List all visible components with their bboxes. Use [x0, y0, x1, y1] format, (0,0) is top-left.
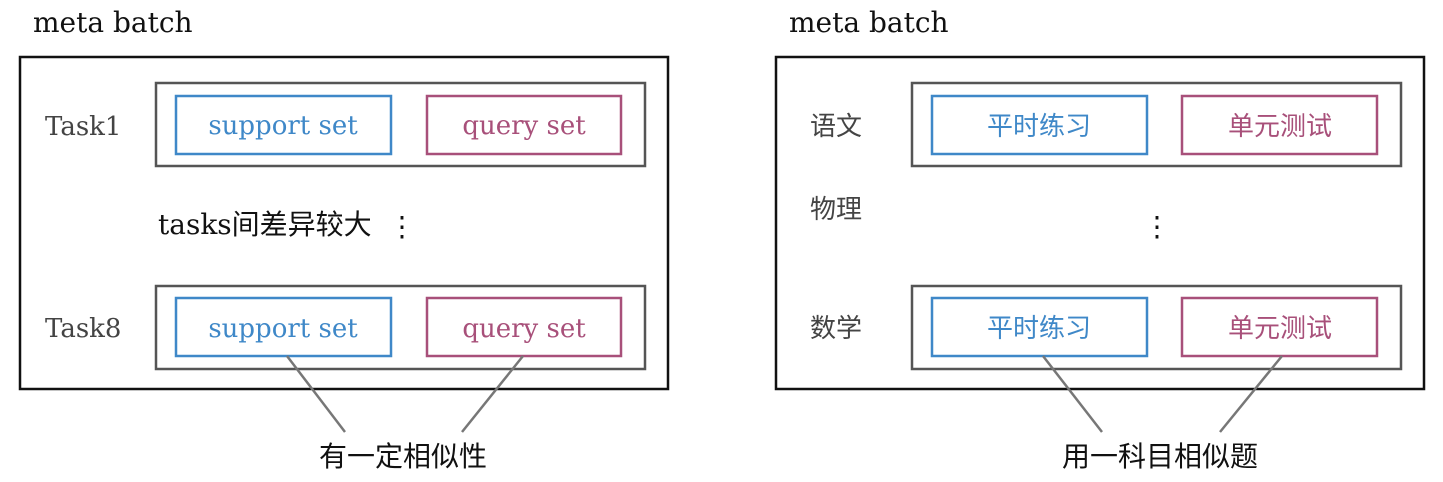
- right-panel: meta batch 语文 平时练习 单元测试 物理 ⋮ 数学 平时练习 单元测…: [774, 6, 1426, 473]
- right-connector-support: [1042, 355, 1103, 433]
- right-task-math-query-label: 单元测试: [1228, 314, 1332, 344]
- left-panel: meta batch Task1 support set query set t…: [18, 6, 670, 473]
- right-ellipsis: ⋮: [1143, 210, 1171, 243]
- right-task-chinese-support-label: 平时练习: [987, 112, 1091, 142]
- left-task1-label: Task1: [45, 112, 121, 142]
- diagram: meta batch Task1 support set query set t…: [18, 6, 1426, 473]
- right-task-chinese-query-label: 单元测试: [1228, 112, 1332, 142]
- right-task-chinese-label: 语文: [810, 112, 862, 142]
- left-task1-support-label: support set: [208, 111, 358, 141]
- right-connector-query: [1219, 355, 1283, 433]
- right-middle-label: 物理: [810, 195, 862, 225]
- left-task8-support-label: support set: [208, 314, 358, 344]
- left-title: meta batch: [33, 6, 193, 39]
- left-ellipsis: ⋮: [388, 210, 416, 243]
- left-task8-query-label: query set: [462, 314, 586, 344]
- left-connector-query: [461, 355, 524, 433]
- right-title: meta batch: [789, 6, 949, 39]
- left-connector-support: [286, 355, 346, 433]
- left-task8-label: Task8: [45, 314, 121, 344]
- left-task1-query-label: query set: [462, 111, 586, 141]
- right-caption: 用一科目相似题: [1062, 440, 1258, 473]
- left-caption: 有一定相似性: [319, 440, 487, 473]
- left-middle-text: tasks间差异较大: [158, 208, 372, 241]
- right-task-math-support-label: 平时练习: [987, 314, 1091, 344]
- right-task-math-label: 数学: [810, 314, 862, 344]
